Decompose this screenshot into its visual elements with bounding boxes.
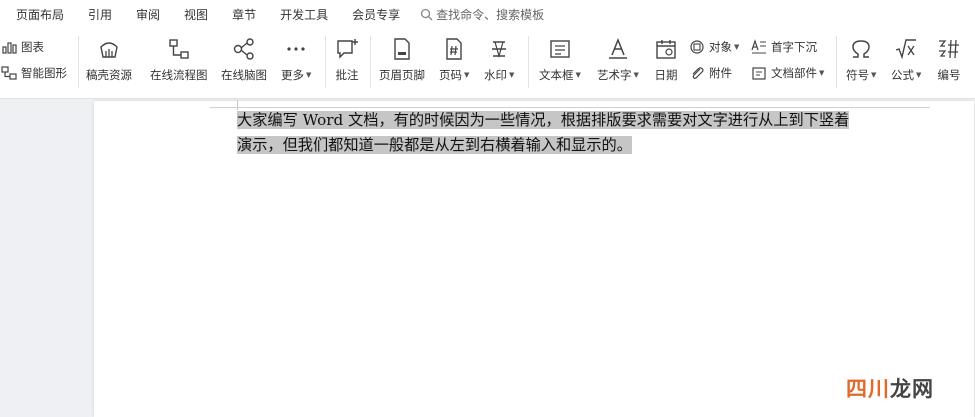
site-watermark-logo: 四川龙网 bbox=[846, 373, 934, 403]
chart-label: 图表 bbox=[21, 40, 44, 54]
menu-developer-tools[interactable]: 开发工具 bbox=[268, 6, 340, 23]
date-button[interactable]: 日期 bbox=[653, 36, 679, 83]
comment-label: 批注 bbox=[335, 68, 359, 82]
shell-resources-icon bbox=[96, 36, 122, 62]
page-number-icon bbox=[441, 36, 467, 62]
comment-button[interactable]: 批注 bbox=[334, 36, 360, 83]
textbox-label: 文本框 bbox=[539, 68, 574, 82]
wordart-button[interactable]: 艺术字 ▼ bbox=[597, 36, 639, 83]
object-button[interactable]: 对象 ▼ bbox=[688, 38, 739, 56]
dropcap-button[interactable]: 首字下沉 bbox=[750, 38, 817, 56]
mindmap-button[interactable]: 在线脑图 bbox=[221, 36, 267, 83]
textbox-icon bbox=[547, 36, 573, 62]
insert-ribbon: 图表 智能图形 稿壳资源 在线流程图 在线脑图 更多 ▼ 批注 页眉页脚 页码 … bbox=[0, 28, 975, 99]
docparts-button[interactable]: 文档部件 ▼ bbox=[750, 64, 824, 82]
comment-icon bbox=[334, 36, 360, 62]
smartart-button[interactable]: 智能图形 bbox=[0, 64, 67, 82]
selected-text-line-1[interactable]: 大家编写 Word 文档，有的时候因为一些情况，根据排版要求需要对文字进行从上到… bbox=[237, 111, 850, 129]
mindmap-icon bbox=[231, 36, 257, 62]
paperclip-icon bbox=[688, 64, 706, 82]
omega-icon bbox=[848, 36, 874, 62]
more-dots-icon bbox=[283, 36, 309, 62]
chevron-down-icon: ▼ bbox=[734, 43, 740, 51]
object-label: 对象 bbox=[709, 40, 732, 54]
watermark-button[interactable]: 水印 ▼ bbox=[484, 36, 514, 83]
chevron-down-icon: ▼ bbox=[464, 71, 470, 79]
attachment-label: 附件 bbox=[709, 66, 732, 80]
mindmap-label: 在线脑图 bbox=[221, 68, 267, 82]
textbox-button[interactable]: 文本框 ▼ bbox=[539, 36, 581, 83]
command-search[interactable]: 查找命令、搜索模板 bbox=[420, 6, 544, 23]
chevron-down-icon: ▼ bbox=[306, 71, 312, 79]
menu-references[interactable]: 引用 bbox=[76, 6, 124, 23]
page-number-label: 页码 bbox=[439, 68, 462, 82]
symbol-label: 符号 bbox=[846, 68, 869, 82]
date-label: 日期 bbox=[654, 68, 678, 82]
ribbon-separator bbox=[836, 36, 837, 88]
attachment-button[interactable]: 附件 bbox=[688, 64, 732, 82]
chevron-down-icon: ▼ bbox=[916, 71, 922, 79]
menu-section[interactable]: 章节 bbox=[220, 6, 268, 23]
smartart-label: 智能图形 bbox=[21, 66, 67, 80]
flowchart-icon bbox=[166, 36, 192, 62]
object-icon bbox=[688, 38, 706, 56]
calendar-icon bbox=[653, 36, 679, 62]
flowchart-button[interactable]: 在线流程图 bbox=[150, 36, 208, 83]
ribbon-separator bbox=[78, 36, 79, 88]
numbering-label: 编号 bbox=[937, 68, 961, 82]
chevron-down-icon: ▼ bbox=[575, 71, 581, 79]
dropcap-label: 首字下沉 bbox=[771, 40, 817, 54]
search-icon bbox=[420, 8, 433, 20]
chevron-down-icon: ▼ bbox=[871, 71, 877, 79]
header-footer-label: 页眉页脚 bbox=[379, 68, 425, 82]
formula-icon bbox=[893, 36, 919, 62]
ribbon-separator bbox=[370, 36, 371, 88]
menu-view[interactable]: 视图 bbox=[172, 6, 220, 23]
ribbon-separator bbox=[325, 36, 326, 88]
watermark-icon bbox=[486, 36, 512, 62]
menu-page-layout[interactable]: 页面布局 bbox=[0, 6, 76, 23]
ribbon-separator bbox=[528, 36, 529, 88]
watermark-text-part2: 龙网 bbox=[890, 377, 934, 401]
dropcap-icon bbox=[750, 38, 768, 56]
menu-review[interactable]: 审阅 bbox=[124, 6, 172, 23]
numbering-button[interactable]: 编号 bbox=[936, 36, 962, 83]
page-number-button[interactable]: 页码 ▼ bbox=[439, 36, 469, 83]
flowchart-label: 在线流程图 bbox=[150, 68, 208, 82]
chevron-down-icon: ▼ bbox=[509, 71, 515, 79]
symbol-button[interactable]: 符号 ▼ bbox=[846, 36, 876, 83]
more-label: 更多 bbox=[281, 68, 304, 82]
menu-member-exclusive[interactable]: 会员专享 bbox=[340, 6, 412, 23]
numbering-icon bbox=[936, 36, 962, 62]
formula-label: 公式 bbox=[891, 68, 914, 82]
smartart-icon bbox=[0, 64, 18, 82]
search-placeholder: 查找命令、搜索模板 bbox=[436, 7, 545, 22]
formula-button[interactable]: 公式 ▼ bbox=[891, 36, 921, 83]
watermark-text-part1: 四川 bbox=[846, 377, 890, 401]
header-footer-button[interactable]: 页眉页脚 bbox=[379, 36, 425, 83]
chart-icon bbox=[0, 38, 18, 56]
resources-label: 稿壳资源 bbox=[86, 68, 132, 82]
document-parts-icon bbox=[750, 64, 768, 82]
chevron-down-icon: ▼ bbox=[633, 71, 639, 79]
resources-button[interactable]: 稿壳资源 bbox=[86, 36, 132, 83]
chart-button[interactable]: 图表 bbox=[0, 38, 44, 56]
docparts-label: 文档部件 bbox=[771, 66, 817, 80]
menu-bar: 页面布局 引用 审阅 视图 章节 开发工具 会员专享 查找命令、搜索模板 bbox=[0, 0, 975, 28]
document-body-text[interactable]: 大家编写 Word 文档，有的时候因为一些情况，根据排版要求需要对文字进行从上到… bbox=[237, 108, 907, 158]
wordart-icon bbox=[605, 36, 631, 62]
chevron-down-icon: ▼ bbox=[819, 69, 825, 77]
watermark-label: 水印 bbox=[484, 68, 507, 82]
selected-text-line-2[interactable]: 演示，但我们都知道一般都是从左到右横着输入和显示的。 bbox=[237, 136, 632, 154]
header-footer-icon bbox=[389, 36, 415, 62]
wordart-label: 艺术字 bbox=[597, 68, 632, 82]
more-button[interactable]: 更多 ▼ bbox=[281, 36, 311, 83]
